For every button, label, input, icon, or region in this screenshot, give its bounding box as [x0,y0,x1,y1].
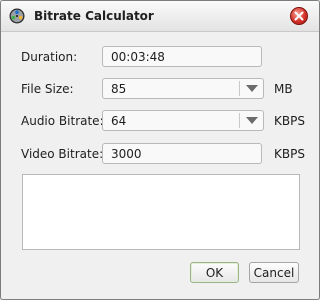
video-bitrate-unit: KBPS [274,147,305,161]
audio-bitrate-dropdown[interactable]: 64 [102,110,264,131]
dialog-title: Bitrate Calculator [34,9,154,23]
duration-label: Duration: [21,50,78,64]
close-button[interactable] [290,7,308,25]
title-bar[interactable]: Bitrate Calculator [1,1,319,32]
dropdown-divider [239,81,240,96]
duration-value: 00:03:48 [111,50,165,64]
bitrate-calculator-dialog: Bitrate Calculator Duration: 00:03:48 Fi… [0,0,320,300]
audio-bitrate-value: 64 [111,114,127,128]
audio-bitrate-unit: KBPS [274,114,305,128]
dropdown-divider [239,113,240,128]
video-bitrate-field[interactable]: 3000 [102,143,262,164]
file-size-label: File Size: [21,82,74,96]
cancel-button[interactable]: Cancel [249,262,299,283]
duration-field[interactable]: 00:03:48 [102,46,262,67]
ok-button[interactable]: OK [190,262,239,283]
chevron-down-icon[interactable] [246,85,258,92]
film-reel-icon [9,8,25,24]
file-size-unit: MB [274,82,293,96]
video-bitrate-value: 3000 [111,147,142,161]
result-text-area[interactable] [22,174,300,250]
file-size-value: 85 [111,82,127,96]
close-icon [294,11,304,21]
chevron-down-icon[interactable] [246,117,258,124]
file-size-dropdown[interactable]: 85 [102,78,264,99]
video-bitrate-label: Video Bitrate: [21,147,104,161]
audio-bitrate-label: Audio Bitrate: [21,114,104,128]
